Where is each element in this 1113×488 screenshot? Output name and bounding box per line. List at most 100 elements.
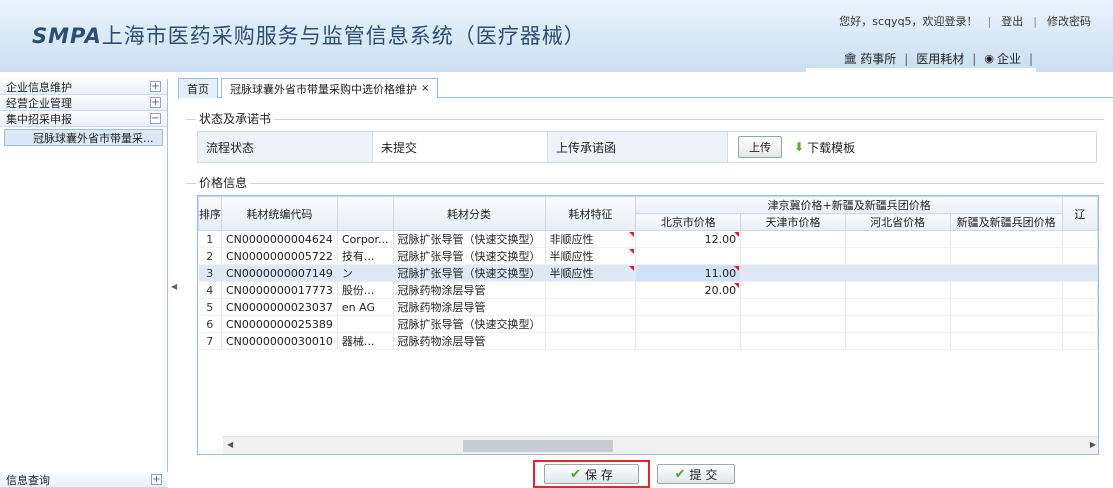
tianjin-price-cell[interactable] [740, 230, 846, 248]
xinjiang-price-cell[interactable] [950, 247, 1063, 265]
col-header-category[interactable]: 耗材分类 [392, 196, 546, 231]
feature-cell[interactable] [545, 332, 637, 350]
tianjin-price-cell[interactable] [740, 315, 846, 333]
company-cell[interactable]: 器械... [337, 332, 394, 350]
col-header-xinjiang[interactable]: 新疆及新疆兵团价格 [949, 213, 1063, 231]
col-header-tianjin[interactable]: 天津市价格 [740, 213, 846, 231]
sidebar-item-business-mgmt[interactable]: 经营企业管理 + [0, 95, 167, 111]
extra-cell[interactable] [1062, 247, 1098, 265]
feature-cell[interactable]: 非顺应性 [545, 230, 637, 248]
table-row[interactable]: 1 CN0000000004624 Corpor... 冠脉扩张导管（快速交换型… [198, 230, 1098, 248]
close-icon[interactable]: × [421, 83, 429, 94]
change-password-link[interactable]: 修改密码 [1047, 13, 1091, 29]
col-header-seq[interactable]: 排序 [198, 196, 222, 231]
tab-balloon-price[interactable]: 冠脉球囊外省市带量采购中选价格维护 × [221, 78, 439, 98]
beijing-price-cell[interactable] [635, 298, 742, 316]
feature-cell[interactable]: 半顺应性 [545, 247, 637, 265]
table-row-selected[interactable]: 3 CN0000000007149 ン 冠脉扩张导管（快速交换型） 半顺应性 1… [198, 264, 1098, 282]
feature-cell[interactable] [545, 315, 637, 333]
sidebar-item-company-info[interactable]: 企业信息维护 + [0, 79, 167, 95]
company-cell[interactable]: 股份... [337, 281, 394, 299]
beijing-price-cell[interactable] [635, 332, 742, 350]
code-cell[interactable]: CN0000000023037 [221, 298, 338, 316]
extra-cell[interactable] [1062, 315, 1098, 333]
sidebar-item-info-query[interactable]: 信息查询 + [0, 472, 168, 488]
collapse-icon[interactable]: − [150, 113, 161, 124]
code-cell[interactable]: CN0000000025389 [221, 315, 338, 333]
company-cell[interactable] [337, 315, 394, 333]
col-header-company[interactable] [336, 196, 394, 231]
code-cell[interactable]: CN0000000004624 [221, 230, 338, 248]
hebei-price-cell[interactable] [845, 230, 951, 248]
expand-icon[interactable]: + [151, 474, 162, 485]
company-cell[interactable]: Corpor... [337, 230, 394, 248]
logout-link[interactable]: 登出 [1001, 13, 1023, 29]
upload-button[interactable]: 上传 [738, 136, 782, 158]
scroll-right-icon[interactable]: ▶ [1090, 440, 1096, 449]
table-row[interactable]: 4 CN0000000017773 股份... 冠脉药物涂层导管 20.00 [198, 281, 1098, 299]
beijing-price-cell[interactable]: 12.00 [635, 230, 742, 248]
download-template-link[interactable]: ⬇ 下载模板 [794, 139, 855, 156]
col-header-beijing[interactable]: 北京市价格 [635, 213, 742, 231]
tianjin-price-cell[interactable] [740, 264, 846, 282]
xinjiang-price-cell[interactable] [950, 332, 1063, 350]
xinjiang-price-cell[interactable] [950, 298, 1063, 316]
scroll-thumb[interactable] [463, 440, 613, 452]
tianjin-price-cell[interactable] [740, 298, 846, 316]
beijing-price-cell-active[interactable]: 11.00 [635, 264, 742, 282]
hebei-price-cell[interactable] [845, 247, 951, 265]
expand-icon[interactable]: + [150, 97, 161, 108]
hebei-price-cell[interactable] [845, 264, 951, 282]
extra-cell[interactable] [1062, 230, 1098, 248]
table-row[interactable]: 5 CN0000000023037 en AG 冠脉药物涂层导管 [198, 298, 1098, 316]
category-cell[interactable]: 冠脉扩张导管（快速交换型） [393, 247, 546, 265]
category-cell[interactable]: 冠脉药物涂层导管 [393, 332, 546, 350]
category-cell[interactable]: 冠脉扩张导管（快速交换型） [393, 230, 546, 248]
hebei-price-cell[interactable] [845, 332, 951, 350]
table-row[interactable]: 6 CN0000000025389 冠脉扩张导管（快速交换型） [198, 315, 1098, 333]
col-header-feature[interactable]: 耗材特征 [544, 196, 637, 231]
company-cell[interactable]: 技有... [337, 247, 394, 265]
category-cell[interactable]: 冠脉扩张导管（快速交换型） [393, 315, 546, 333]
company-cell[interactable]: ン [337, 264, 394, 282]
xinjiang-price-cell[interactable] [950, 264, 1063, 282]
xinjiang-price-cell[interactable] [950, 281, 1063, 299]
feature-cell[interactable] [545, 298, 637, 316]
sidebar-item-procurement[interactable]: 集中招采申报 − [0, 111, 167, 127]
scroll-left-icon[interactable]: ◀ [227, 440, 233, 449]
company-cell[interactable]: en AG [337, 298, 394, 316]
horizontal-scrollbar[interactable]: ◀ ▶ [223, 436, 1098, 454]
tianjin-price-cell[interactable] [740, 332, 846, 350]
col-header-extra[interactable]: 辽 [1061, 196, 1098, 231]
hebei-price-cell[interactable] [845, 315, 951, 333]
table-row[interactable]: 2 CN0000000005722 技有... 冠脉扩张导管（快速交换型） 半顺… [198, 247, 1098, 265]
feature-cell[interactable]: 半顺应性 [545, 264, 637, 282]
code-cell[interactable]: CN0000000017773 [221, 281, 338, 299]
beijing-price-cell[interactable]: 20.00 [635, 281, 742, 299]
xinjiang-price-cell[interactable] [950, 315, 1063, 333]
sidebar-subitem-balloon-price[interactable]: 冠脉球囊外省市带量采... [4, 129, 163, 146]
nav-item-consumables[interactable]: 医用耗材 [908, 50, 972, 67]
tab-home[interactable]: 首页 [178, 78, 218, 98]
code-cell[interactable]: CN0000000005722 [221, 247, 338, 265]
expand-icon[interactable]: + [150, 81, 161, 92]
hebei-price-cell[interactable] [845, 298, 951, 316]
code-cell[interactable]: CN0000000007149 [221, 264, 338, 282]
beijing-price-cell[interactable] [635, 315, 742, 333]
category-cell[interactable]: 冠脉药物涂层导管 [393, 281, 546, 299]
beijing-price-cell[interactable] [635, 247, 742, 265]
code-cell[interactable]: CN0000000030010 [221, 332, 338, 350]
nav-item-enterprise[interactable]: ◉ 企业 [976, 50, 1029, 67]
xinjiang-price-cell[interactable] [950, 230, 1063, 248]
save-button[interactable]: ✔ 保 存 [544, 464, 639, 484]
hebei-price-cell[interactable] [845, 281, 951, 299]
extra-cell[interactable] [1062, 281, 1098, 299]
tianjin-price-cell[interactable] [740, 281, 846, 299]
submit-button[interactable]: ✔ 提 交 [657, 464, 735, 484]
extra-cell[interactable] [1062, 332, 1098, 350]
extra-cell[interactable] [1062, 298, 1098, 316]
sidebar-collapse-handle[interactable]: ◀ [171, 282, 177, 291]
nav-item-pharmacy[interactable]: 🏛 药事所 [835, 50, 904, 67]
tianjin-price-cell[interactable] [740, 247, 846, 265]
feature-cell[interactable] [545, 281, 637, 299]
